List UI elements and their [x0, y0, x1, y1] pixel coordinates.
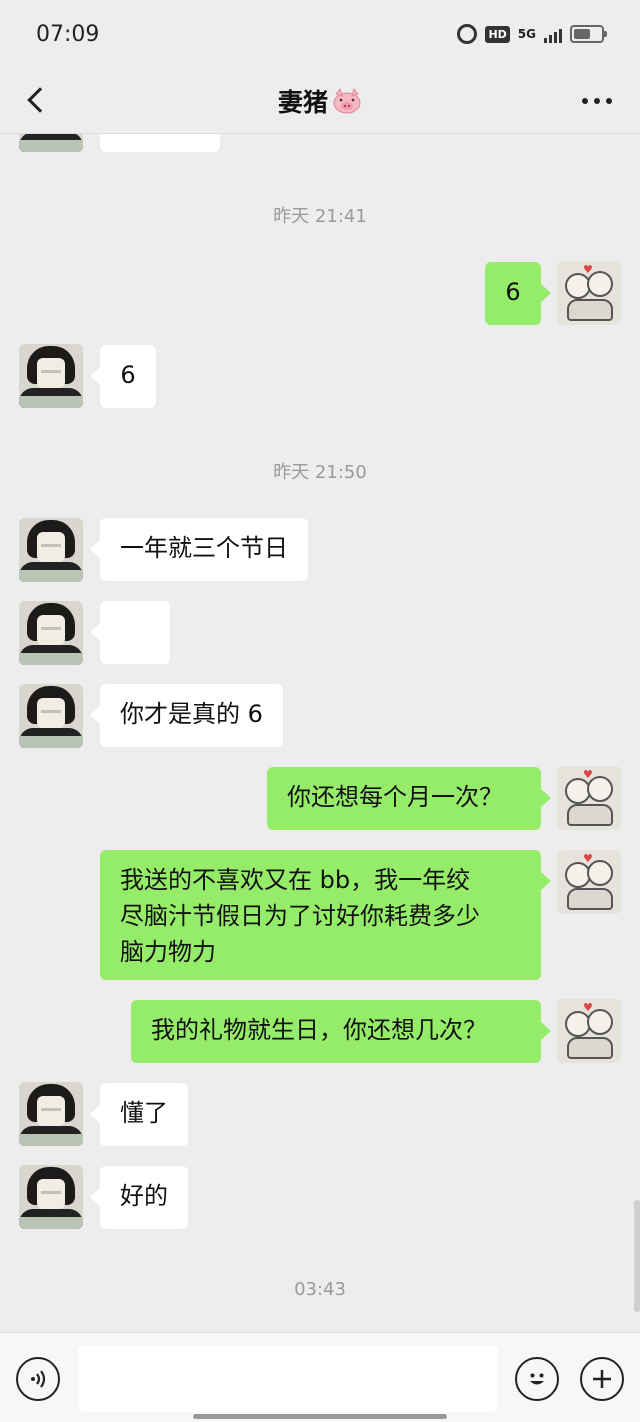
- timestamp: 03:43: [294, 1279, 346, 1300]
- contact-avatar[interactable]: [19, 518, 83, 582]
- more-options-button[interactable]: [582, 90, 612, 112]
- contact-avatar[interactable]: [19, 601, 83, 665]
- plus-icon: [593, 1370, 611, 1388]
- smiley-icon: [530, 1373, 544, 1385]
- clock: 07:09: [36, 21, 100, 47]
- alarm-icon: [457, 24, 478, 44]
- sent-message-bubble[interactable]: 6: [485, 262, 551, 325]
- timestamp: 昨天 21:41: [273, 206, 367, 227]
- chevron-left-icon: [27, 87, 53, 113]
- battery-icon: [570, 25, 607, 43]
- contact-name: 妻猪: [277, 87, 328, 117]
- user-avatar[interactable]: ♥: [557, 261, 621, 325]
- user-avatar[interactable]: ♥: [557, 999, 621, 1063]
- received-emoji-bubble[interactable]: [90, 601, 170, 718]
- hd-icon: HD: [485, 25, 510, 43]
- home-indicator[interactable]: [193, 1414, 447, 1419]
- emoji-button[interactable]: [515, 1357, 559, 1401]
- chat-header: 妻猪: [0, 68, 640, 134]
- contact-avatar[interactable]: [19, 684, 83, 748]
- user-avatar[interactable]: ♥: [557, 766, 621, 830]
- contact-avatar[interactable]: [19, 344, 83, 408]
- network-label: 5G: [517, 27, 536, 41]
- received-message-bubble[interactable]: 6: [90, 345, 156, 408]
- contact-avatar[interactable]: [19, 1082, 83, 1146]
- scrollbar[interactable]: [634, 1200, 640, 1312]
- voice-input-button[interactable]: [16, 1357, 60, 1401]
- back-button[interactable]: [18, 82, 54, 118]
- status-icons: HD 5G: [457, 24, 607, 44]
- chat-area[interactable]: 昨天 21:41 6 ♥ 6 昨天 21:50 一年就三个节日 你才是真的 6 …: [0, 0, 640, 1332]
- message-input[interactable]: [78, 1346, 498, 1412]
- sent-message-bubble[interactable]: 我送的不喜欢又在 bb，我一年绞 尽脑汁节假日为了讨好你耗费多少 脑力物力: [100, 850, 551, 980]
- status-bar: 07:09 HD 5G: [0, 0, 640, 68]
- timestamp: 昨天 21:50: [273, 462, 367, 483]
- contact-avatar[interactable]: [19, 1165, 83, 1229]
- sent-message-bubble[interactable]: 我的礼物就生日，你还想几次？: [131, 1000, 551, 1063]
- user-avatar[interactable]: ♥: [557, 850, 621, 914]
- received-message-bubble[interactable]: 好的: [90, 1166, 188, 1229]
- pig-face-icon: [333, 87, 361, 113]
- received-message-bubble[interactable]: 一年就三个节日: [90, 518, 308, 581]
- signal-icon: [544, 25, 562, 43]
- voice-icon: [31, 1370, 46, 1388]
- input-bar: [0, 1332, 640, 1422]
- received-message-bubble[interactable]: 你才是真的 6: [90, 684, 283, 747]
- more-functions-button[interactable]: [580, 1357, 624, 1401]
- received-message-bubble[interactable]: 懂了: [90, 1083, 188, 1146]
- chat-title: 妻猪: [278, 83, 362, 119]
- sent-message-bubble[interactable]: 你还想每个月一次？: [267, 767, 551, 830]
